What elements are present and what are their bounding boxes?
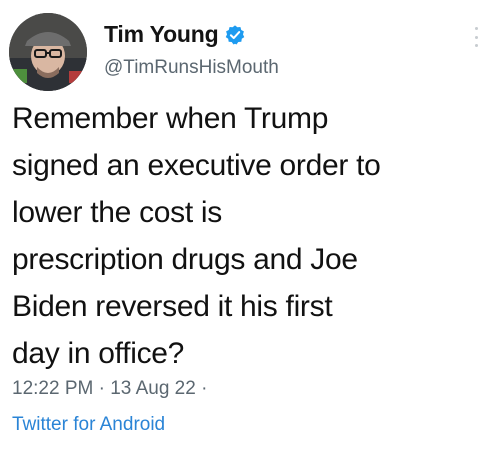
avatar[interactable] [9, 13, 87, 91]
tweet-time[interactable]: 12:22 PM [12, 378, 93, 399]
verified-badge-icon [224, 24, 246, 46]
avatar-image [9, 13, 87, 91]
tweet-source-link[interactable]: Twitter for Android [12, 414, 165, 436]
author-handle[interactable]: @TimRunsHisMouth [104, 57, 279, 79]
tweet-text-line: day in office? [12, 337, 185, 370]
tweet-meta: 12:22 PM · 13 Aug 22 · [12, 378, 207, 400]
tweet-date[interactable]: 13 Aug 22 [110, 378, 196, 399]
tweet-text-line: Remember when Trump [12, 102, 329, 135]
tweet-card: Tim Young @TimRunsHisMouth Remember when… [0, 0, 500, 450]
more-options-icon[interactable] [473, 27, 479, 47]
name-row: Tim Young [104, 21, 246, 48]
tweet-text-line: lower the cost is [12, 196, 222, 229]
tweet-header: Tim Young @TimRunsHisMouth [9, 13, 491, 91]
tweet-text-line: prescription drugs and Joe [12, 243, 358, 276]
meta-separator: · [98, 378, 105, 399]
tweet-text-line: signed an executive order to [12, 149, 381, 182]
tweet-text-line: Biden reversed it his first [12, 290, 333, 323]
tweet-text: Remember when Trump signed an executive … [12, 95, 490, 377]
meta-separator: · [201, 378, 208, 399]
author-display-name[interactable]: Tim Young [104, 21, 219, 48]
